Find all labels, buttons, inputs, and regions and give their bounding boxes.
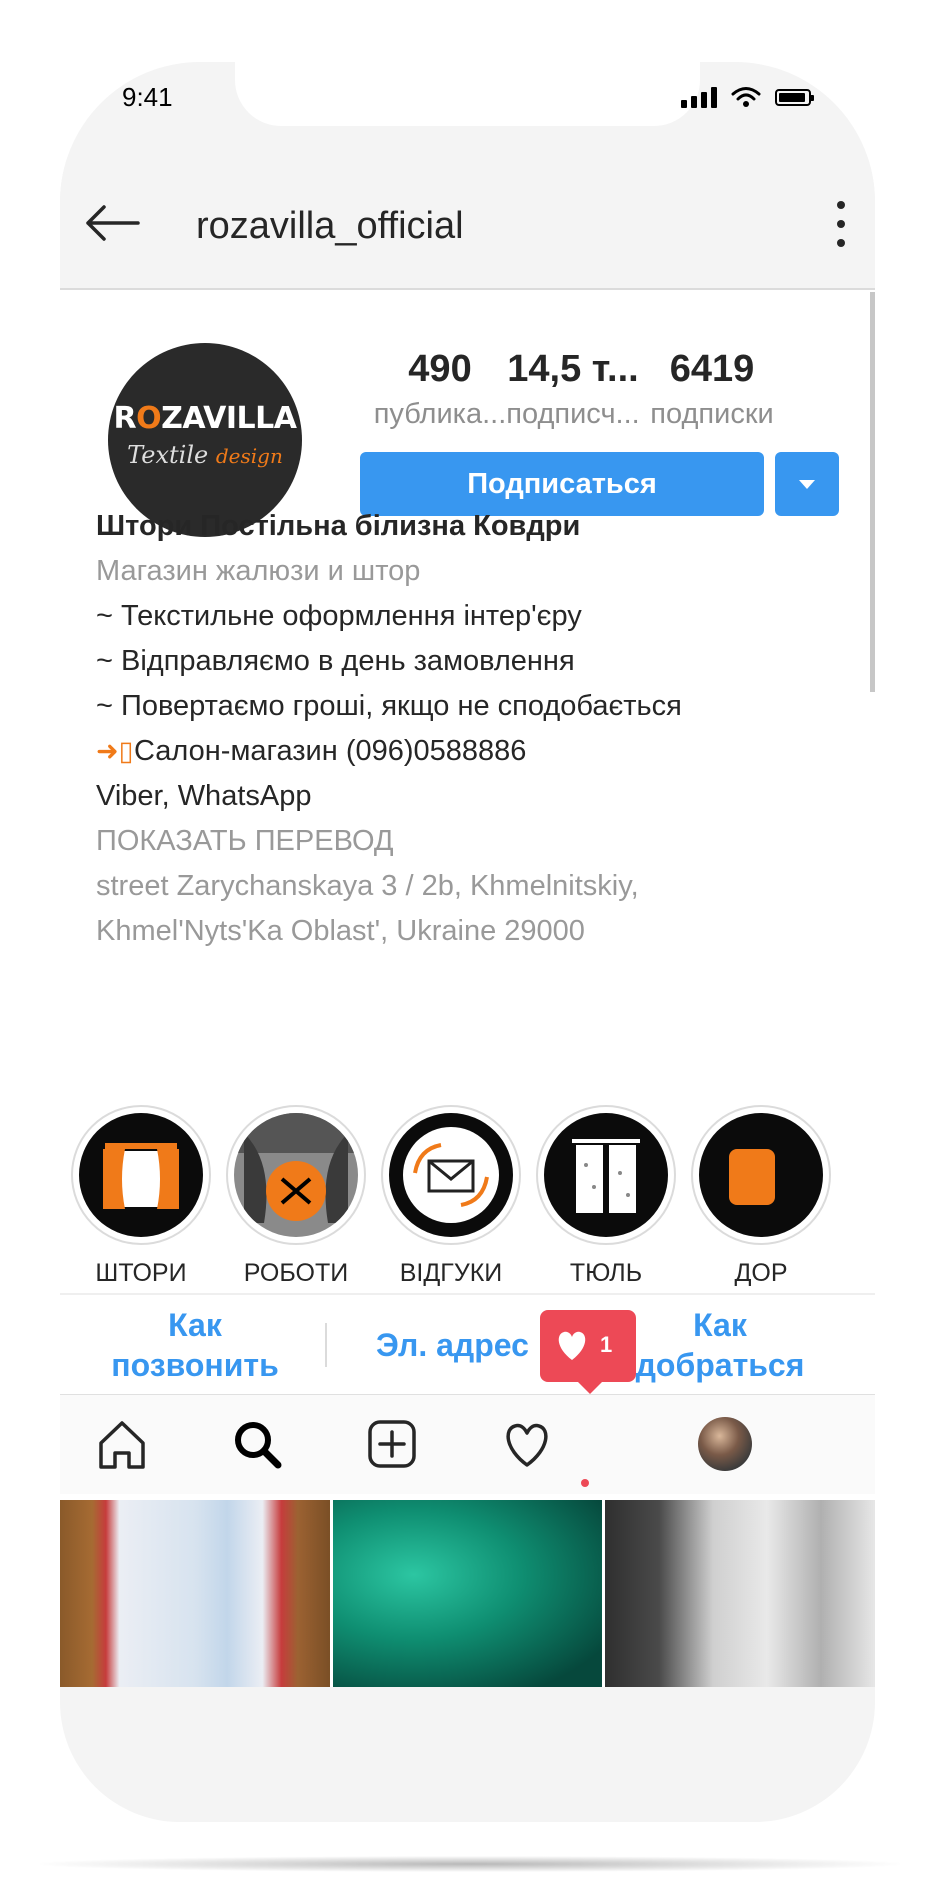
back-arrow-icon[interactable] <box>82 201 142 245</box>
add-post-icon[interactable] <box>365 1417 419 1471</box>
stat-following-label: подписки <box>650 398 774 430</box>
bio-phone[interactable]: ➜▯Салон-магазин (096)0588886 <box>96 729 856 774</box>
directions-button[interactable]: Как добраться <box>600 1295 840 1395</box>
highlight-tulle[interactable]: ТЮЛЬ <box>531 1105 681 1288</box>
signal-icon <box>681 86 717 108</box>
bio-address[interactable]: street Zarychanskaya 3 / 2b, Khmelnitski… <box>96 864 856 954</box>
stat-followers-label: подписч... <box>506 398 640 430</box>
call-button[interactable]: Как позвонить <box>80 1295 310 1395</box>
bio-messengers: Viber, WhatsApp <box>96 780 312 812</box>
heart-icon <box>558 1331 586 1360</box>
phone-shadow <box>40 1856 900 1872</box>
bottom-navigation <box>60 1394 875 1494</box>
highlight-partial[interactable]: ДОР <box>686 1105 836 1288</box>
more-options-icon[interactable] <box>831 201 851 247</box>
phone-frame: 9:41 rozavilla_official ROZAVILLA Textil… <box>60 62 875 1822</box>
armchair-icon <box>729 1149 775 1205</box>
highlight-works[interactable]: РОБОТИ <box>221 1105 371 1288</box>
home-icon[interactable] <box>95 1417 149 1471</box>
status-bar: 9:41 <box>60 62 875 152</box>
profile-avatar-tab[interactable] <box>698 1417 752 1471</box>
envelope-icon <box>403 1127 499 1223</box>
email-button[interactable]: Эл. адрес <box>340 1295 565 1395</box>
status-time: 9:41 <box>122 82 173 112</box>
wifi-icon <box>731 87 761 107</box>
header-username: rozavilla_official <box>196 205 464 247</box>
activity-like-bubble[interactable]: 1 <box>540 1310 636 1394</box>
notification-dot <box>581 1479 589 1487</box>
mobile-phone-icon: ➜▯ <box>96 736 134 766</box>
post-thumbnail[interactable] <box>60 1500 330 1687</box>
bio-line: ~ Відправляємо в день замовлення <box>96 645 575 677</box>
like-count: 1 <box>600 1332 613 1357</box>
scroll-indicator <box>870 292 875 692</box>
stat-following[interactable]: 6419 подписки <box>632 344 792 434</box>
notch <box>235 62 700 126</box>
divider <box>325 1323 327 1367</box>
stat-followers-value: 14,5 т... <box>507 348 639 390</box>
bio-line: ~ Повертаємо гроші, якщо не сподобається <box>96 690 682 722</box>
post-grid <box>60 1500 875 1687</box>
post-thumbnail[interactable] <box>605 1500 875 1687</box>
profile-bio: Штори Постільна білизна Ковдри Магазин ж… <box>96 500 856 954</box>
scissors-icon <box>234 1113 358 1223</box>
bio-name: Штори Постільна білизна Ковдри <box>96 510 581 542</box>
status-icons <box>681 82 814 112</box>
stat-followers[interactable]: 14,5 т... подписч... <box>493 344 653 434</box>
bio-category: Магазин жалюзи и штор <box>96 555 421 587</box>
profile-header: rozavilla_official <box>60 157 875 290</box>
post-thumbnail[interactable] <box>332 1500 603 1687</box>
show-translation-link[interactable]: ПОКАЗАТЬ ПЕРЕВОД <box>96 819 856 864</box>
curtains-icon <box>103 1143 179 1209</box>
chevron-down-icon <box>799 480 815 489</box>
logo-tagline: Textile design <box>127 441 283 469</box>
logo-brand: ROZAVILLA <box>113 401 297 436</box>
contact-buttons-row: Как позвонить Эл. адрес Как добраться <box>60 1293 875 1397</box>
search-icon[interactable] <box>230 1417 284 1471</box>
bio-line: ~ Текстильне оформлення інтер'єру <box>96 600 582 632</box>
highlight-curtains[interactable]: ШТОРИ <box>66 1105 216 1288</box>
stat-following-value: 6419 <box>669 348 755 390</box>
heart-activity-icon[interactable] <box>500 1417 554 1471</box>
profile-stats: 490 публика... 14,5 т... подписч... 6419… <box>360 344 860 444</box>
highlight-reviews[interactable]: ВІДГУКИ <box>376 1105 526 1288</box>
battery-icon <box>775 88 814 106</box>
tulle-curtain-icon <box>572 1139 640 1213</box>
story-highlights: ШТОРИ РОБОТИ ВІДГУКИ ТЮЛЬ ДОР <box>60 1105 875 1288</box>
